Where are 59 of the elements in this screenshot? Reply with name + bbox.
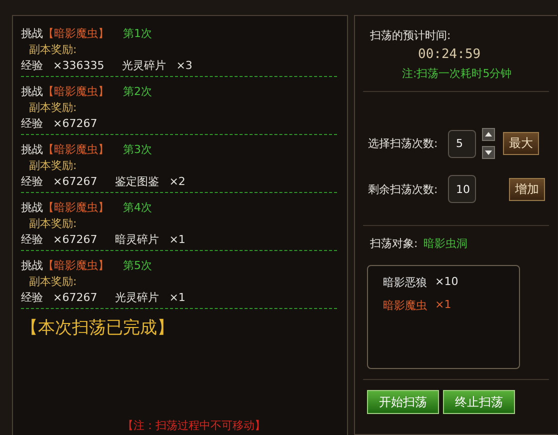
reward-item: 经验 <box>21 290 43 305</box>
round-count: 第3次 <box>123 142 152 157</box>
reward-amount: ×67267 <box>53 233 98 246</box>
reward-label: 副本奖励: <box>29 274 77 289</box>
count-label: 选择扫荡次数: <box>368 136 439 151</box>
count-field[interactable]: 5 <box>448 130 476 158</box>
target-name: 【暗影魔虫】 <box>43 84 109 99</box>
target-label: 扫荡对象: <box>370 236 418 251</box>
monster-name: 暗影魔虫 <box>383 298 427 313</box>
action-text: 挑战 <box>21 142 43 157</box>
reward-amount: ×67267 <box>53 291 98 304</box>
reward-amount: ×2 <box>169 175 186 188</box>
remaining-field: 10 <box>448 175 476 203</box>
reward-amount: ×1 <box>169 233 186 246</box>
warning-note: 【注：扫荡过程中不可移动】 <box>122 419 266 432</box>
action-text: 挑战 <box>21 200 43 215</box>
reward-amount: ×67267 <box>53 117 98 130</box>
estimate-label: 扫荡的预计时间: <box>370 28 452 43</box>
increment-icon[interactable] <box>482 128 495 141</box>
reward-item: 暗灵碎片 <box>115 232 160 247</box>
decrement-icon[interactable] <box>482 146 495 159</box>
reward-label: 副本奖励: <box>29 216 77 231</box>
reward-item: 经验 <box>21 58 43 73</box>
monster-amount: ×1 <box>435 298 452 313</box>
completion-message: 【本次扫荡已完成】 <box>21 317 175 339</box>
round-count: 第1次 <box>123 26 152 41</box>
target-name: 【暗影魔虫】 <box>43 142 109 157</box>
max-button[interactable]: 最大 <box>503 132 539 155</box>
round-count: 第2次 <box>123 84 152 99</box>
reward-label: 副本奖励: <box>29 158 77 173</box>
target-dungeon: 暗影虫洞 <box>424 236 468 251</box>
reward-amount: ×67267 <box>53 175 98 188</box>
round-count: 第5次 <box>123 258 152 273</box>
reward-label: 副本奖励: <box>29 42 77 57</box>
target-name: 【暗影魔虫】 <box>43 26 109 41</box>
remaining-label: 剩余扫荡次数: <box>368 182 439 196</box>
monster-amount: ×10 <box>435 275 458 290</box>
sweep-button[interactable]: 开始扫荡 <box>367 390 439 414</box>
time-note: 注:扫荡一次耗时5分钟 <box>401 66 513 81</box>
sweep-button[interactable]: 终止扫荡 <box>443 390 515 414</box>
target-name: 【暗影魔虫】 <box>43 200 109 215</box>
reward-item: 经验 <box>21 116 43 131</box>
reward-amount: ×3 <box>176 59 192 72</box>
add-button[interactable]: 增加 <box>509 178 545 200</box>
reward-item: 鉴定图鉴 <box>115 174 160 189</box>
round-count: 第4次 <box>123 200 152 215</box>
reward-amount: ×336335 <box>53 59 104 72</box>
reward-item: 光灵碎片 <box>122 58 166 73</box>
target-name: 【暗影魔虫】 <box>43 258 109 273</box>
reward-amount: ×1 <box>169 291 186 304</box>
action-text: 挑战 <box>21 84 43 99</box>
reward-label: 副本奖励: <box>29 100 77 115</box>
time-remaining: 00:24:59 <box>417 47 482 62</box>
reward-item: 光灵碎片 <box>115 290 160 305</box>
monster-name: 暗影恶狼 <box>383 275 427 290</box>
action-text: 挑战 <box>21 26 43 41</box>
action-text: 挑战 <box>21 258 43 273</box>
reward-item: 经验 <box>21 232 43 247</box>
reward-item: 经验 <box>21 174 43 189</box>
